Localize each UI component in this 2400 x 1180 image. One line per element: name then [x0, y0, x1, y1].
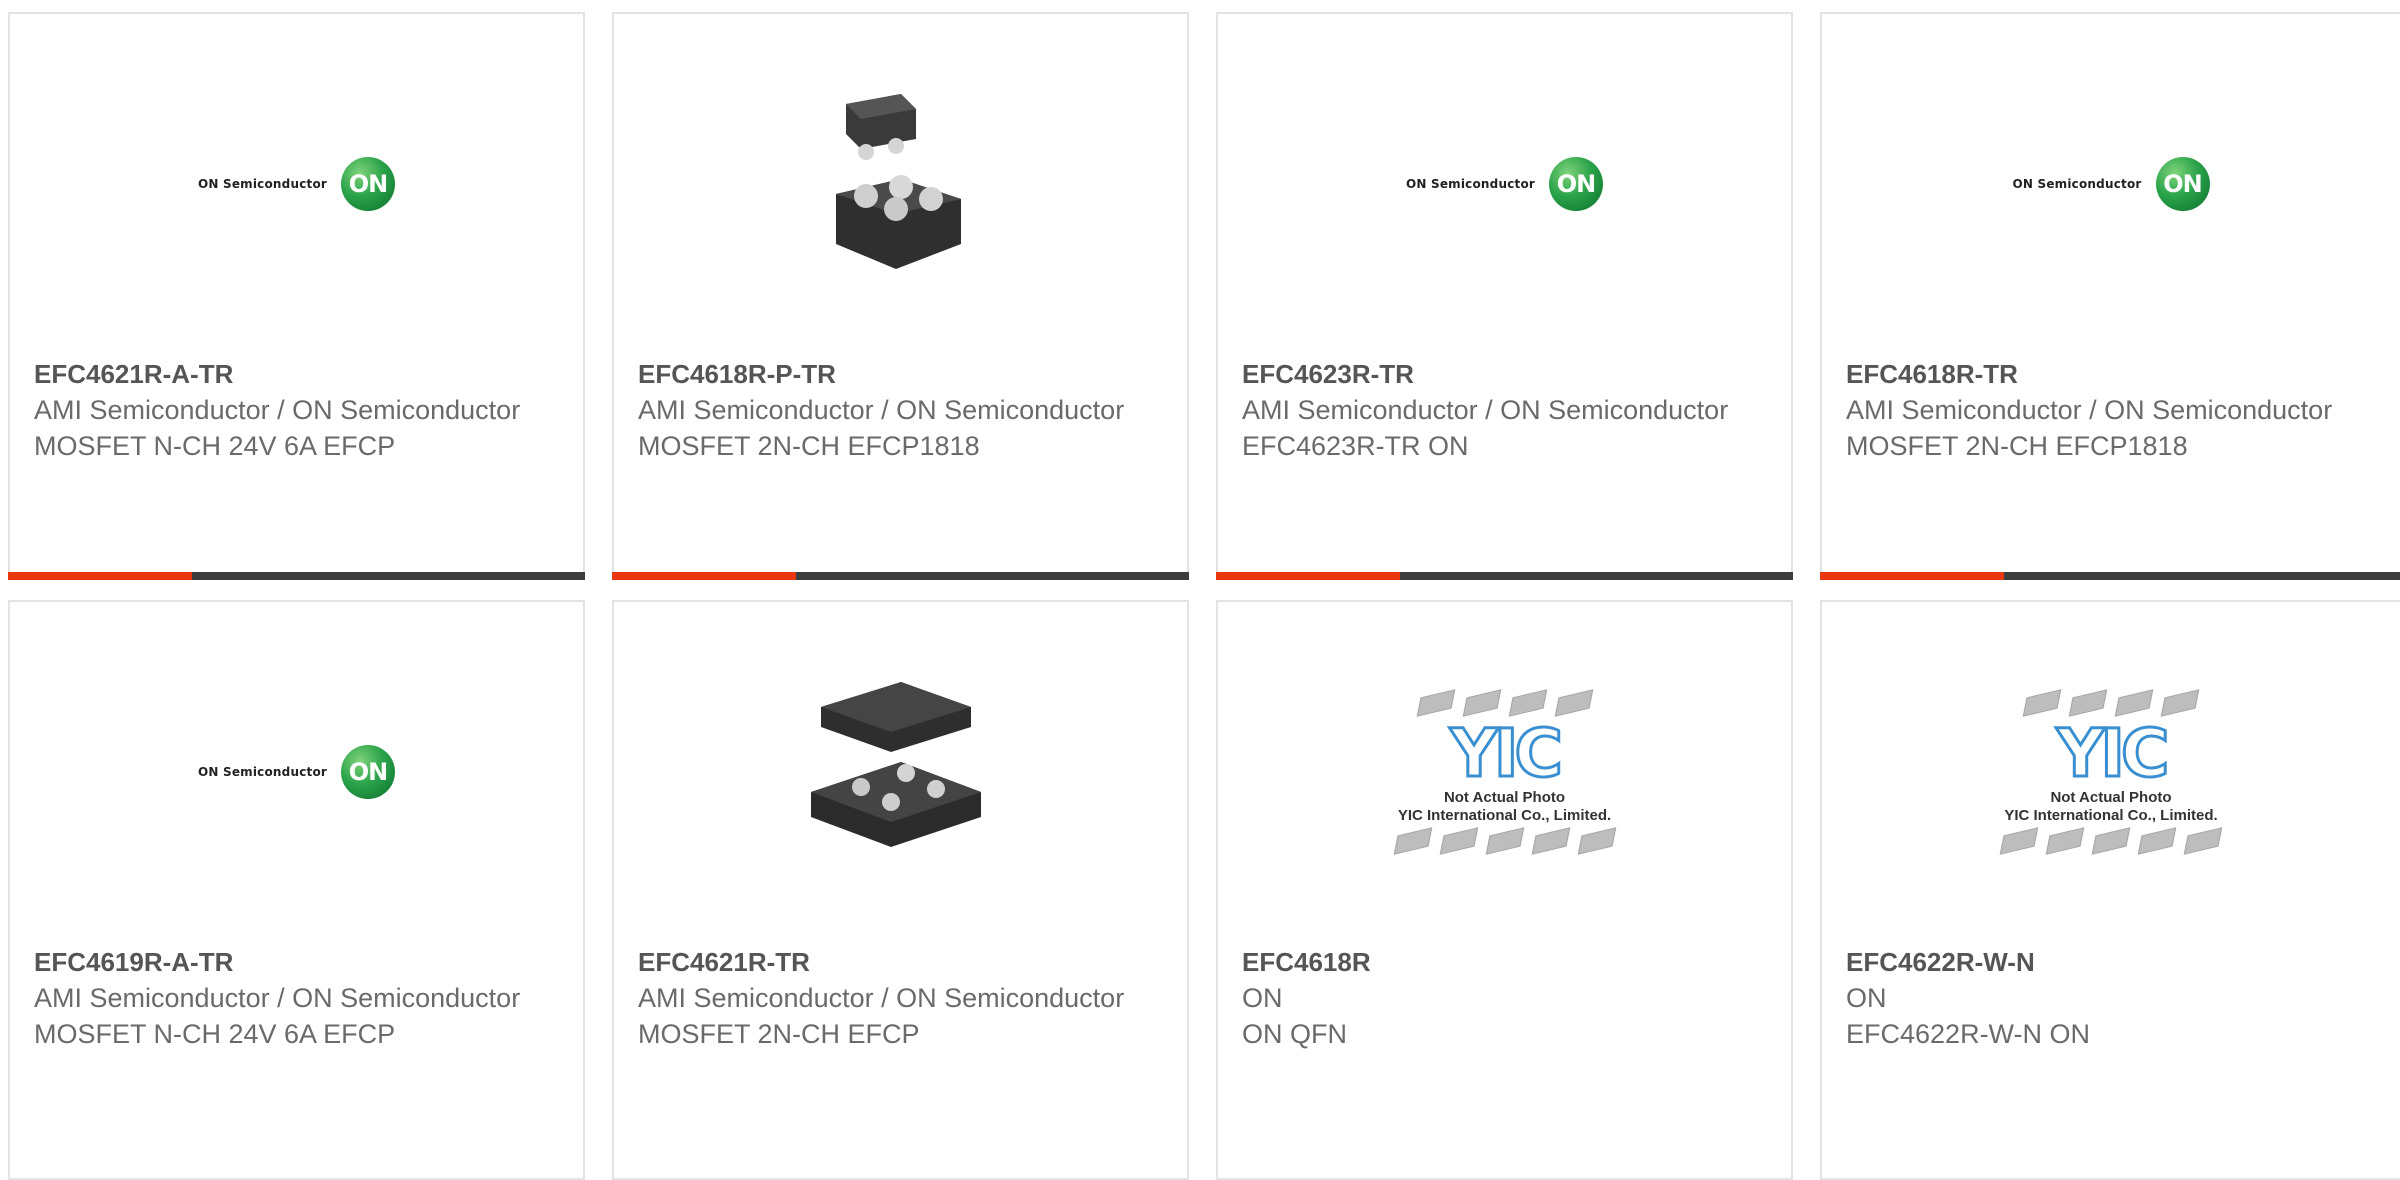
on-semiconductor-logo: ON Semiconductor ON: [198, 157, 396, 211]
chip-package-exploded-icon: [835, 94, 961, 269]
product-image[interactable]: ON Semiconductor ON: [10, 14, 583, 354]
card-bottom-bar: [1216, 572, 1793, 580]
description: MOSFET N-CH 24V 6A EFCP: [34, 1019, 396, 1049]
product-image[interactable]: YIC Not Actual Photo YIC International C…: [1822, 602, 2400, 942]
card-bottom-bar: [8, 572, 585, 580]
yic-placeholder-image: YIC Not Actual Photo YIC International C…: [1393, 687, 1616, 857]
product-card[interactable]: EFC4621R-TR AMI Semiconductor / ON Semic…: [612, 600, 1189, 1180]
chip-package-flat-icon: [810, 682, 981, 847]
on-badge-icon: ON: [1549, 157, 1604, 211]
part-number-link[interactable]: EFC4623R-TR: [1242, 356, 1771, 392]
manufacturer: AMI Semiconductor / ON Semiconductor: [638, 983, 1125, 1013]
product-image[interactable]: ON Semiconductor ON: [10, 602, 583, 942]
product-image[interactable]: ON Semiconductor ON: [1218, 14, 1791, 354]
product-image[interactable]: ON Semiconductor ON: [1822, 14, 2400, 354]
yic-logo: YIC: [2055, 715, 2171, 792]
card-accent-bar: [8, 572, 192, 580]
description: EFC4622R-W-N ON: [1846, 1019, 2091, 1049]
on-badge-icon: ON: [341, 157, 396, 211]
product-image[interactable]: YIC Not Actual Photo YIC International C…: [1218, 602, 1791, 942]
manufacturer: AMI Semiconductor / ON Semiconductor: [1242, 395, 1729, 425]
description: MOSFET 2N-CH EFCP1818: [638, 431, 980, 461]
part-number-link[interactable]: EFC4618R-P-TR: [638, 356, 1167, 392]
on-semiconductor-logo: ON Semiconductor ON: [198, 745, 396, 799]
card-bottom-bar: [612, 572, 1189, 580]
manufacturer: AMI Semiconductor / ON Semiconductor: [1846, 395, 2333, 425]
description: ON QFN: [1242, 1019, 1347, 1049]
yic-placeholder-image: YIC Not Actual Photo YIC International C…: [1999, 687, 2223, 857]
manufacturer: AMI Semiconductor / ON Semiconductor: [638, 395, 1125, 425]
description: MOSFET 2N-CH EFCP: [638, 1019, 920, 1049]
on-badge-icon: ON: [2155, 157, 2210, 211]
description: EFC4623R-TR ON: [1242, 431, 1469, 461]
product-card[interactable]: ON Semiconductor ON EFC4621R-A-TR AMI Se…: [8, 12, 585, 580]
part-number-link[interactable]: EFC4618R-TR: [1846, 356, 2380, 392]
on-semiconductor-logo: ON Semiconductor ON: [1406, 157, 1604, 211]
product-card[interactable]: YIC Not Actual Photo YIC International C…: [1820, 600, 2400, 1180]
card-bottom-bar: [1820, 572, 2400, 580]
description: MOSFET 2N-CH EFCP1818: [1846, 431, 2188, 461]
product-card[interactable]: ON Semiconductor ON EFC4618R-TR AMI Semi…: [1820, 12, 2400, 580]
part-number-link[interactable]: EFC4618R: [1242, 944, 1771, 980]
on-semiconductor-logo: ON Semiconductor ON: [2012, 157, 2210, 211]
product-card[interactable]: ON Semiconductor ON EFC4619R-A-TR AMI Se…: [8, 600, 585, 1180]
product-card[interactable]: EFC4618R-P-TR AMI Semiconductor / ON Sem…: [612, 12, 1189, 580]
manufacturer: AMI Semiconductor / ON Semiconductor: [34, 983, 521, 1013]
product-card[interactable]: YIC Not Actual Photo YIC International C…: [1216, 600, 1793, 1180]
on-badge-icon: ON: [341, 745, 396, 799]
part-number-link[interactable]: EFC4619R-A-TR: [34, 944, 563, 980]
manufacturer: ON: [1846, 983, 1887, 1013]
product-grid: ON Semiconductor ON EFC4621R-A-TR AMI Se…: [0, 0, 2400, 1180]
yic-logo: YIC: [1449, 715, 1565, 792]
part-number-link[interactable]: EFC4621R-TR: [638, 944, 1167, 980]
product-image[interactable]: [614, 602, 1187, 942]
part-number-link[interactable]: EFC4622R-W-N: [1846, 944, 2380, 980]
card-accent-bar: [612, 572, 796, 580]
description: MOSFET N-CH 24V 6A EFCP: [34, 431, 396, 461]
manufacturer: ON: [1242, 983, 1283, 1013]
manufacturer: AMI Semiconductor / ON Semiconductor: [34, 395, 521, 425]
part-number-link[interactable]: EFC4621R-A-TR: [34, 356, 563, 392]
card-accent-bar: [1216, 572, 1400, 580]
product-image[interactable]: [614, 14, 1187, 354]
card-accent-bar: [1820, 572, 2004, 580]
product-card[interactable]: ON Semiconductor ON EFC4623R-TR AMI Semi…: [1216, 12, 1793, 580]
